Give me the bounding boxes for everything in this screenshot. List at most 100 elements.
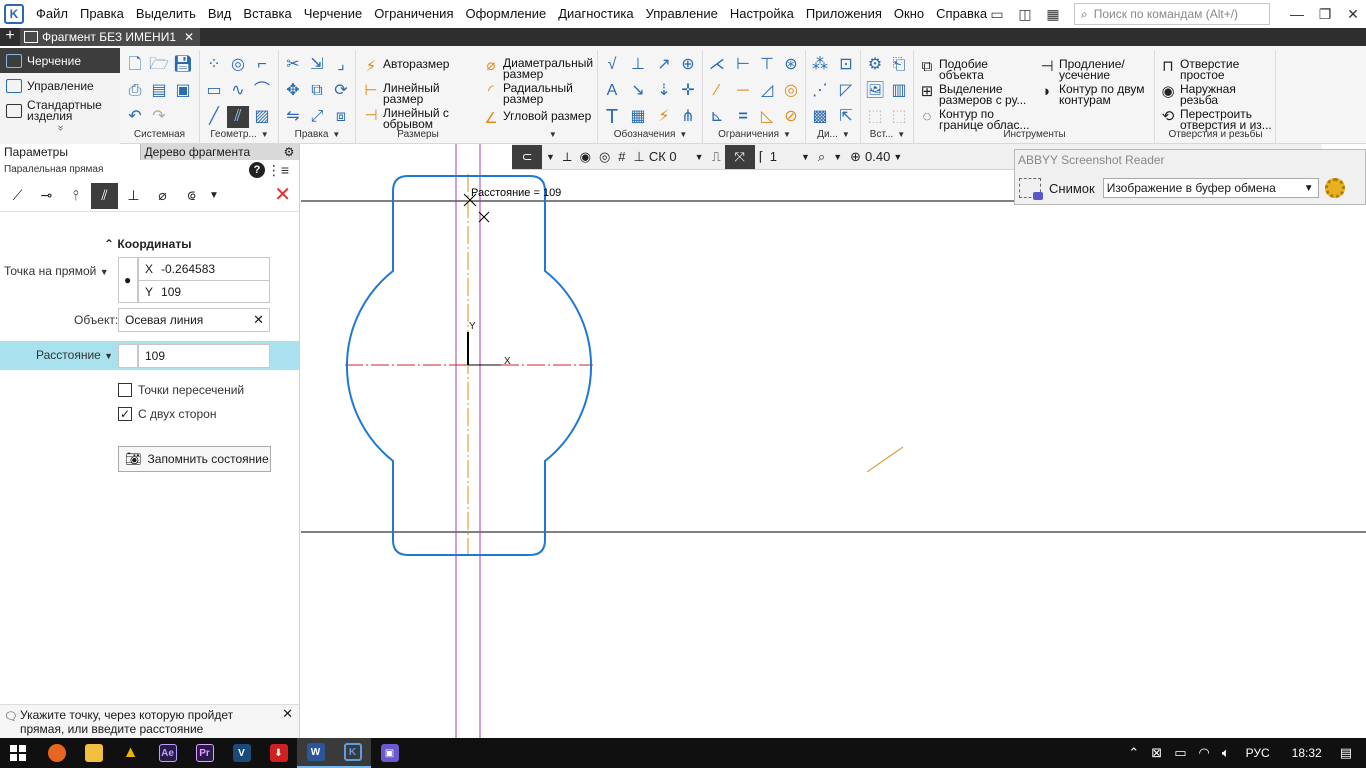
menu-apps[interactable]: Приложения <box>800 0 888 28</box>
point-icon[interactable]: ⁘ <box>203 54 225 76</box>
y-coordinate-field[interactable]: Y 109 <box>138 280 270 303</box>
redo-icon[interactable]: ↷ <box>148 106 170 128</box>
insert-icon-6[interactable]: ⬚ <box>888 106 910 128</box>
base-icon[interactable]: ⊥ <box>627 54 649 76</box>
hatch-icon[interactable]: ▨ <box>251 106 273 128</box>
taskbar-after-effects[interactable]: Ae <box>149 738 186 768</box>
constraint-perpendicular-icon[interactable]: ⊾ <box>706 106 728 128</box>
insert-icon-4[interactable]: ▥ <box>888 80 910 102</box>
kompas-logo-icon[interactable]: K <box>4 4 24 24</box>
menu-window[interactable]: Окно <box>888 0 930 28</box>
constraint-angle-icon[interactable]: ◺ <box>756 106 778 128</box>
contour-region-button[interactable]: ◌ Контур по границе облас... <box>917 108 1035 131</box>
constraint-fix-icon[interactable]: ⊤ <box>756 54 778 76</box>
menu-insert[interactable]: Вставка <box>237 0 297 28</box>
remember-state-button[interactable]: 📷︎ Запомнить состояние <box>118 446 271 472</box>
zoom-frame-chevron-down-icon[interactable]: ▼ <box>829 145 846 169</box>
point-pick-toggle[interactable]: ● <box>118 257 138 303</box>
leader-icon[interactable]: ↗ <box>653 54 675 76</box>
coordinate-system-select[interactable]: ⊥ СК 0 ▼ <box>630 145 708 169</box>
tangent-line-icon[interactable]: ⌀ <box>149 183 176 209</box>
fillet-icon[interactable]: ⌐ <box>251 54 273 76</box>
tray-expand-chevron-up-icon[interactable]: ⌃ <box>1128 745 1139 761</box>
ribbon-group-geometry-title[interactable]: Геометр... ▼ <box>201 129 278 143</box>
distance-input[interactable]: 109 <box>138 344 270 368</box>
taskbar-app-triangle[interactable]: ▲ <box>112 738 149 768</box>
notifications-icon[interactable]: ▤ <box>1340 745 1352 761</box>
snap-magnet-icon[interactable]: ⊂ <box>512 144 542 169</box>
visibility-icon[interactable]: ◎ <box>595 145 614 169</box>
hint-close-icon[interactable]: ✕ <box>282 706 293 722</box>
trim-icon[interactable]: ✂ <box>282 54 304 76</box>
tab-fragment-tree[interactable]: Дерево фрагмента <box>139 144 280 160</box>
close-window-button[interactable]: ✕ <box>1340 4 1366 24</box>
chamfer-icon[interactable]: ⌟ <box>330 54 352 76</box>
rotate-icon[interactable]: ⟳ <box>330 80 352 102</box>
lightning-icon[interactable]: ⚡ <box>653 106 675 128</box>
intersection-points-checkbox[interactable] <box>118 383 132 397</box>
ribbon-group-constraints-title[interactable]: Ограничения ▼ <box>704 129 805 143</box>
drawing-svg[interactable] <box>301 144 1366 738</box>
taskbar-firefox[interactable] <box>38 738 75 768</box>
distance-label[interactable]: Расстояние ▼ <box>36 348 113 362</box>
layout-panel-icon[interactable]: ▭ <box>984 4 1010 24</box>
tab-parameters[interactable]: Параметры <box>0 144 140 160</box>
ribbon-group-dimensions-title[interactable]: Размеры ▼ <box>357 129 597 143</box>
taskbar-app-v[interactable]: V <box>223 738 260 768</box>
perpendicular-line-icon[interactable]: ⊥ <box>120 183 147 209</box>
snap-options-chevron-down-icon[interactable]: ▼ <box>542 145 559 169</box>
clock[interactable]: 18:32 <box>1292 746 1322 760</box>
menu-management[interactable]: Управление <box>640 0 724 28</box>
constraint-horizontal-icon[interactable]: ⋌ <box>706 54 728 76</box>
constraint-vertical-icon[interactable]: ⊢ <box>732 54 754 76</box>
cut-line-icon[interactable]: ⇣ <box>653 80 675 102</box>
section-coordinates[interactable]: ⌃ Координаты <box>104 237 191 251</box>
constraint-collinear-icon[interactable]: ─ <box>732 80 754 102</box>
scale-icon[interactable]: ⤢ <box>306 106 328 128</box>
horizontal-line-icon[interactable]: ⊸ <box>33 183 60 209</box>
diagnostics-icon-4[interactable]: ◸ <box>835 80 857 102</box>
select-dimensions-button[interactable]: ⊞ Выделение размеров с ру... <box>917 83 1035 106</box>
rectangle-icon[interactable]: ▭ <box>203 80 225 102</box>
spline-icon[interactable]: ∿ <box>227 80 249 102</box>
taskbar-explorer[interactable] <box>75 738 112 768</box>
extend-trim-button[interactable]: ⊣ Продление/ усечение <box>1037 58 1153 81</box>
taskbar-premiere[interactable]: Pr <box>186 738 223 768</box>
diagnostics-icon-6[interactable]: ⇱ <box>835 106 857 128</box>
start-button[interactable] <box>0 738 36 768</box>
taskbar-word[interactable]: W <box>297 738 334 768</box>
diameter-dimension-button[interactable]: ⌀ Диаметральный размер <box>481 57 597 80</box>
insert-icon-5[interactable]: ⬚ <box>864 106 886 128</box>
more-modes-chevron-down-icon[interactable]: ▼ <box>207 183 221 209</box>
library-icon[interactable]: ▣ <box>172 80 194 102</box>
extend-icon[interactable]: ⇲ <box>306 54 328 76</box>
contour-two-button[interactable]: ◗ Контур по двум контурам <box>1037 83 1153 106</box>
cancel-command-close-icon[interactable]: ✕ <box>274 183 291 207</box>
text-note-icon[interactable]: A <box>601 80 623 102</box>
similar-object-button[interactable]: ⧉ Подобие объекта <box>917 58 1035 81</box>
battery-icon[interactable]: ▭ <box>1174 745 1186 761</box>
object-field[interactable]: Осевая линия ✕ <box>118 308 270 332</box>
position-icon[interactable]: ⊕ <box>677 54 699 76</box>
vertical-line-icon[interactable]: ⫯ <box>62 183 89 209</box>
both-sides-checkbox[interactable]: ✓ <box>118 407 132 421</box>
table-icon[interactable]: ▦ <box>627 106 649 128</box>
external-thread-button[interactable]: ◉ Наружная резьба <box>1158 83 1274 106</box>
panel-settings-gear-icon[interactable]: ⚙ <box>279 144 299 160</box>
tray-app-icon[interactable]: ⊠ <box>1151 745 1162 761</box>
mirror-icon[interactable]: ⇋ <box>282 106 304 128</box>
ortho-icon[interactable]: ⟂ <box>559 145 576 169</box>
copy-icon[interactable]: ⧉ <box>306 80 328 102</box>
ribbon-group-di-title[interactable]: Ди... ▼ <box>807 129 860 143</box>
diagnostics-icon-3[interactable]: ⋰ <box>809 80 831 102</box>
restore-button[interactable]: ❐ <box>1312 4 1338 24</box>
constraint-point-icon[interactable]: ⊛ <box>780 54 802 76</box>
local-cs-icon[interactable]: ⤧ <box>724 144 755 169</box>
parallel-line-icon[interactable]: ⫽ <box>227 106 249 128</box>
constraint-parallel-icon[interactable]: ∕ <box>706 80 728 102</box>
menu-settings[interactable]: Настройка <box>724 0 800 28</box>
angular-dimension-button[interactable]: ∠ Угловой размер <box>481 110 591 128</box>
stray-segment[interactable] <box>866 446 904 473</box>
distance-lock-toggle[interactable] <box>118 344 138 368</box>
ribbon-group-insert-title[interactable]: Вст... ▼ <box>862 129 913 143</box>
